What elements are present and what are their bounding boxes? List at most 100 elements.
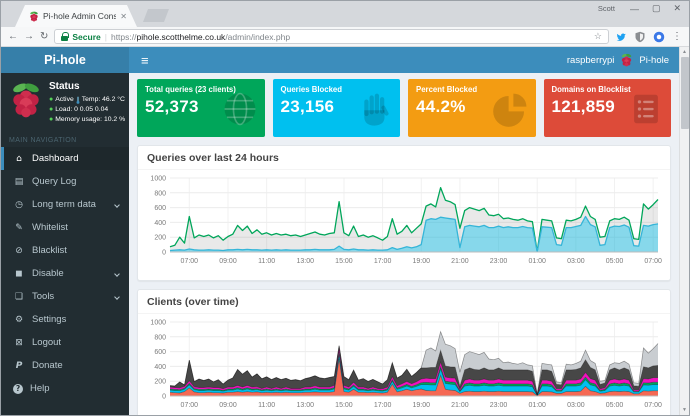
scroll-up-icon[interactable]: ▲ [682,47,687,57]
status-active-row: ● Active Temp: 46.2 °C [49,95,125,105]
pencil-icon: ✎ [13,223,25,233]
svg-text:11:00: 11:00 [258,258,275,265]
padlock-icon [61,32,68,41]
sidebar-item-label: Logout [32,337,61,348]
hamburger-menu-icon[interactable]: ≡ [129,47,161,73]
clock-icon: ◷ [13,200,25,210]
hand-icon [356,90,394,128]
tab-close-icon[interactable]: ✕ [120,12,127,21]
pie-chart-icon [492,90,530,128]
hostname-label: raspberrypi [567,55,615,66]
svg-text:19:00: 19:00 [412,402,430,409]
svg-text:15:00: 15:00 [335,258,353,265]
raspberry-favicon [29,11,39,22]
divider: | [105,32,107,42]
page-scrollbar[interactable]: ▲ ▼ [679,47,689,415]
status-load-label: Load: 0 0.05 0.04 [55,105,108,115]
status-dot-icon: ● [49,115,53,125]
globe-icon [221,90,259,128]
app-logo[interactable]: Pi-hole [1,47,129,73]
svg-text:09:00: 09:00 [219,402,237,409]
paypal-icon: P [13,361,25,371]
sidebar-item-logout[interactable]: ⊠ Logout [1,331,129,354]
sidebar-item-dashboard[interactable]: ⌂ Dashboard [1,147,129,170]
svg-text:800: 800 [154,334,166,341]
app-header: Pi-hole ≡ raspberrypi Pi-hole [1,47,679,73]
profile-label: Scott [598,4,615,13]
bookmark-star-icon[interactable]: ☆ [594,31,602,42]
user-logout-icon: ⊠ [13,338,25,348]
thermometer-icon [76,96,80,104]
pihole-brand-label: Pi-hole [639,55,669,66]
svg-text:07:00: 07:00 [181,402,199,409]
browser-tab[interactable]: Pi-hole Admin Console ✕ [15,5,137,27]
scroll-down-icon[interactable]: ▼ [682,405,687,415]
sidebar-item-whitelist[interactable]: ✎ Whitelist [1,216,129,239]
browser-tab-bar: Pi-hole Admin Console ✕ Scott — ▢ ✕ [1,1,689,27]
sidebar-item-label: Query Log [32,176,76,187]
sidebar-item-settings[interactable]: ⚙ Settings [1,308,129,331]
svg-text:200: 200 [154,235,166,242]
shield-extension-icon[interactable] [634,31,646,43]
sidebar-item-label: Donate [32,360,63,371]
browser-window: Pi-hole Admin Console ✕ Scott — ▢ ✕ ← → … [0,0,690,416]
dashboard-content: Total queries (23 clients) 52,373 [129,73,679,415]
panel-title: Queries over last 24 hours [138,146,670,170]
svg-text:600: 600 [154,349,166,356]
back-icon[interactable]: ← [8,32,18,42]
home-icon: ⌂ [13,154,25,164]
sidebar-item-label: Tools [32,291,54,302]
sidebar-item-label: Long term data [32,199,96,210]
status-memory-label: Memory usage: 10.2 % [55,115,125,125]
svg-text:07:00: 07:00 [644,402,662,409]
blue-circle-extension-icon[interactable] [653,31,665,43]
twitter-extension-icon[interactable] [615,31,627,43]
address-bar[interactable]: Secure | https://pihole.scotthelme.co.uk… [54,29,609,44]
minimize-button[interactable]: — [630,4,639,14]
sidebar-item-disable[interactable]: ◼ Disable [1,262,129,285]
sidebar-item-blacklist[interactable]: ⊘ Blacklist [1,239,129,262]
svg-text:0: 0 [162,394,166,401]
chevron-down-icon [114,271,120,277]
clients-panel: Clients (over time) 0200400600800100007:… [137,289,671,415]
svg-text:200: 200 [154,379,166,386]
status-dot-icon: ● [49,95,53,105]
svg-text:400: 400 [154,364,166,371]
ban-icon: ⊘ [13,246,25,256]
svg-text:07:00: 07:00 [644,258,662,265]
svg-text:17:00: 17:00 [374,402,392,409]
svg-text:07:00: 07:00 [181,258,199,265]
queries-over-time-chart[interactable]: 0200400600800100007:0009:0011:0013:0015:… [140,172,664,280]
new-tab-button[interactable] [143,9,169,22]
sidebar-item-donate[interactable]: P Donate [1,354,129,377]
status-temp-label: Temp: 46.2 °C [82,95,125,105]
url-host: pihole.scotthelme.co.uk [136,32,225,42]
status-load-row: ● Load: 0 0.05 0.04 [49,105,125,115]
forward-icon[interactable]: → [24,32,34,42]
svg-text:1000: 1000 [150,176,166,183]
raspberry-icon [620,53,633,67]
status-panel: Status ● Active Temp: 46.2 °C ● [1,73,129,131]
card-percent-blocked: Percent Blocked 44.2% [408,79,536,137]
sidebar-item-tools[interactable]: ❏ Tools [1,285,129,308]
url-text: https://pihole.scotthelme.co.uk/admin/in… [111,32,290,42]
scrollbar-thumb[interactable] [681,57,689,129]
sidebar-item-label: Settings [32,314,66,325]
svg-text:23:00: 23:00 [490,258,508,265]
list-icon [627,90,665,128]
svg-text:17:00: 17:00 [374,258,392,265]
card-total-queries: Total queries (23 clients) 52,373 [137,79,265,137]
svg-text:05:00: 05:00 [606,258,624,265]
clients-over-time-chart[interactable]: 0200400600800100007:0009:0011:0013:0015:… [140,316,664,415]
chevron-down-icon [114,294,120,300]
gears-icon: ⚙ [13,315,25,325]
sidebar-item-long-term-data[interactable]: ◷ Long term data [1,193,129,216]
window-close-button[interactable]: ✕ [673,3,681,14]
file-icon: ▤ [13,177,25,187]
sidebar-item-query-log[interactable]: ▤ Query Log [1,170,129,193]
refresh-icon[interactable]: ↻ [40,32,48,42]
chrome-menu-icon[interactable]: ⋮ [672,31,682,42]
sidebar-item-help[interactable]: ? Help [1,377,129,400]
svg-text:09:00: 09:00 [219,258,237,265]
maximize-button[interactable]: ▢ [652,3,661,14]
